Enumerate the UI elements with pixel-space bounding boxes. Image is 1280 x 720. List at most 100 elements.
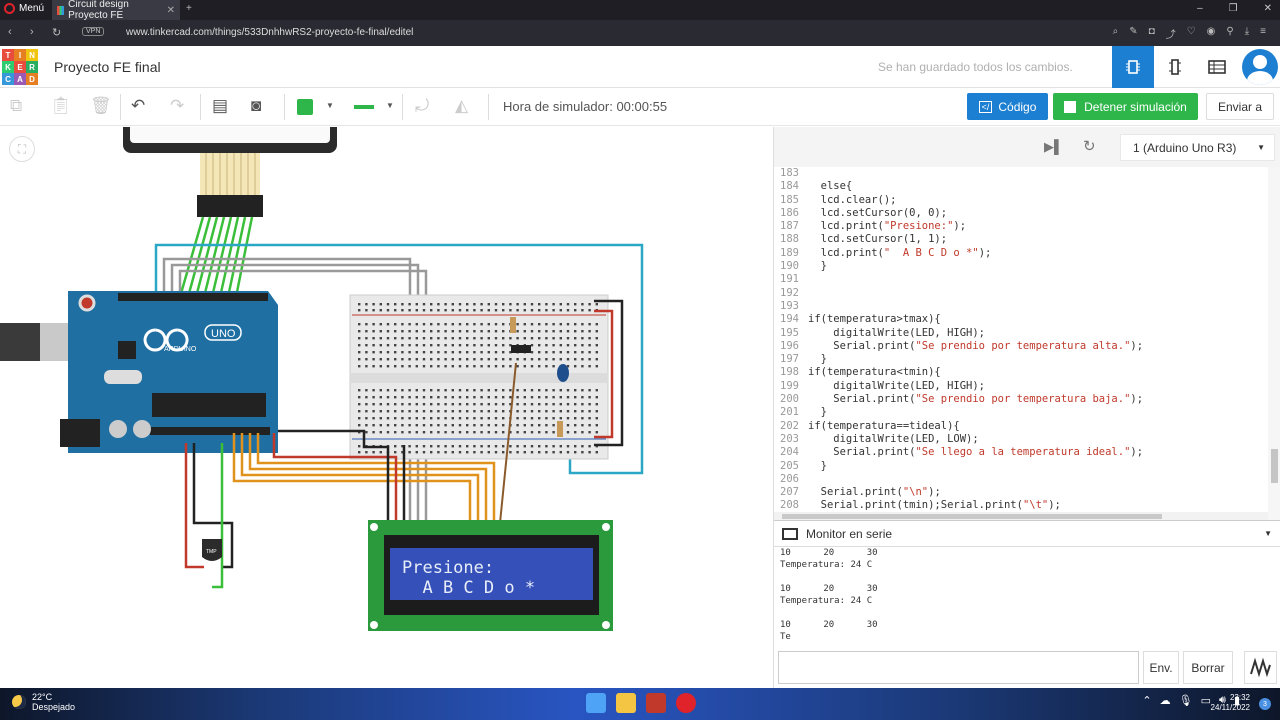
chevron-up-icon[interactable]: ⌃ xyxy=(1142,694,1151,707)
code-panel: ▶▌ ↻ 1 (Arduino Uno R3) ▼ 183 184 else{18… xyxy=(773,127,1280,688)
code-line: 183 xyxy=(774,167,1268,180)
graph-icon[interactable] xyxy=(1244,651,1277,684)
opera-icon[interactable] xyxy=(676,693,696,713)
line-number: 200 xyxy=(780,393,799,406)
chevron-down-icon[interactable]: ▼ xyxy=(386,101,394,110)
notes-visibility-icon[interactable]: ◙ xyxy=(251,96,261,116)
line-number: 186 xyxy=(780,206,799,219)
back-icon[interactable]: ‹ xyxy=(8,26,12,38)
code-editor[interactable]: 183 184 else{185 lcd.clear(); 186 lcd.setC… xyxy=(774,167,1268,512)
serial-monitor-header[interactable]: Monitor en serie ▼ xyxy=(774,520,1280,547)
copy-icon[interactable]: ⧉ xyxy=(10,96,22,116)
network-icon[interactable]: ▭ xyxy=(1201,694,1211,707)
user-avatar[interactable] xyxy=(1242,49,1278,85)
code-vertical-scrollbar[interactable] xyxy=(1268,167,1280,520)
search-icon[interactable]: ⌕ xyxy=(1113,26,1119,41)
opera-icon xyxy=(4,3,15,14)
weather-widget[interactable]: 22°C Despejado xyxy=(12,692,75,712)
heart-icon[interactable]: ♡ xyxy=(1187,26,1196,41)
debug-icon[interactable]: ↻ xyxy=(1083,137,1096,155)
serial-send-button[interactable]: Env. xyxy=(1143,651,1179,684)
camera-icon[interactable]: ◘ xyxy=(1149,26,1155,41)
menu-lines-icon[interactable]: ≡ xyxy=(1260,26,1266,41)
project-title[interactable]: Proyecto FE final xyxy=(54,59,161,75)
code-line: 184 else{ xyxy=(774,180,1268,193)
code-horizontal-scrollbar[interactable] xyxy=(774,512,1268,520)
browser-tab-bar: Menú Circuit design Proyecto FE ✕ + – ❐ … xyxy=(0,0,1280,21)
divider xyxy=(402,94,403,120)
simulator-time: Hora de simulador: 00:00:55 xyxy=(503,99,668,114)
code-button[interactable]: </ Código xyxy=(967,93,1048,120)
vpn-badge[interactable]: VPN xyxy=(82,27,105,36)
schematic-view-button[interactable] xyxy=(1154,46,1196,88)
circuit-view-button[interactable] xyxy=(1112,46,1154,88)
serial-input[interactable] xyxy=(778,651,1139,684)
tinkercad-logo[interactable]: TIN KER CAD xyxy=(2,49,38,85)
monitor-icon xyxy=(782,527,798,540)
chevron-down-icon[interactable]: ▼ xyxy=(1264,529,1272,538)
minimize-icon[interactable]: – xyxy=(1197,3,1203,14)
switch xyxy=(511,345,531,353)
flip-icon[interactable]: ◭ xyxy=(455,96,468,116)
code-line: 188 lcd.setCursor(1, 1); xyxy=(774,233,1268,246)
close-tab-icon[interactable]: ✕ xyxy=(167,5,175,16)
components-list-button[interactable] xyxy=(1196,46,1238,88)
reload-icon[interactable]: ↻ xyxy=(52,26,61,39)
cloud-icon[interactable]: ☁ xyxy=(1160,694,1171,707)
window-controls: – ❐ ✕ xyxy=(1197,3,1272,14)
note-icon[interactable]: ▤ xyxy=(212,96,228,116)
line-number: 207 xyxy=(780,486,799,499)
forward-icon[interactable]: › xyxy=(30,26,34,38)
serial-clear-button[interactable]: Borrar xyxy=(1183,651,1233,684)
app-icon[interactable] xyxy=(646,693,666,713)
opera-menu-button[interactable]: Menú xyxy=(4,3,44,14)
close-window-icon[interactable]: ✕ xyxy=(1264,3,1272,14)
address-bar: ‹ › ↻ VPN www.tinkercad.com/things/533Dn… xyxy=(0,20,1280,46)
code-line: 192 xyxy=(774,287,1268,300)
new-tab-icon[interactable]: + xyxy=(186,3,192,14)
code-text: lcd.clear(); xyxy=(808,193,897,206)
code-text: digitalWrite(LED, HIGH); xyxy=(808,379,986,392)
delete-icon[interactable]: 🗑︎ xyxy=(90,96,112,116)
file-explorer-icon[interactable] xyxy=(616,693,636,713)
redo-icon[interactable]: ↷ xyxy=(170,96,184,116)
circuit-canvas[interactable]: ⛶ ARDUINO UNO TMP Presione: A B C D o * xyxy=(0,127,773,688)
browser-tab[interactable]: Circuit design Proyecto FE ✕ xyxy=(52,0,180,21)
paste-icon[interactable]: 📋︎ xyxy=(50,96,72,116)
user-icon[interactable]: ⚲ xyxy=(1226,26,1233,41)
line-number: 201 xyxy=(780,406,799,419)
windows-start-icon[interactable] xyxy=(586,693,606,713)
extension-icon[interactable]: ◉ xyxy=(1207,26,1216,41)
wire-type-swatch[interactable] xyxy=(354,105,374,109)
edit-icon[interactable]: ✎ xyxy=(1129,26,1137,41)
clock-time: 23:32 xyxy=(1229,693,1250,702)
crystal xyxy=(104,370,142,384)
rotate-icon[interactable]: ⤾ xyxy=(415,96,429,116)
arduino-model-label: UNO xyxy=(211,328,236,340)
share-icon[interactable]: ⤴ xyxy=(1166,26,1176,41)
download-icon[interactable]: ⤓ xyxy=(1245,26,1249,41)
chevron-down-icon[interactable]: ▼ xyxy=(326,101,334,110)
stop-simulation-button[interactable]: Detener simulación xyxy=(1053,93,1198,120)
lcd-line-2: A B C D o * xyxy=(402,578,535,598)
upload-run-icon[interactable]: ▶▌ xyxy=(1044,139,1063,155)
tinkercad-favicon-icon xyxy=(57,5,65,15)
notification-badge[interactable]: 3 xyxy=(1259,698,1271,710)
wire-color-swatch[interactable] xyxy=(297,99,313,115)
maximize-icon[interactable]: ❐ xyxy=(1229,3,1238,14)
undo-icon[interactable]: ↶ xyxy=(131,96,145,116)
code-line: 185 lcd.clear(); xyxy=(774,194,1268,207)
mic-icon[interactable]: 🎙︎ xyxy=(1179,694,1193,707)
atmega-chip xyxy=(152,393,266,417)
code-line: 198 if(temperatura<tmin){ xyxy=(774,366,1268,379)
code-text: digitalWrite(LED, LOW); xyxy=(808,432,979,445)
line-number: 208 xyxy=(780,499,799,512)
resistor xyxy=(557,421,563,437)
line-number: 197 xyxy=(780,353,799,366)
send-to-button[interactable]: Enviar a xyxy=(1206,93,1274,120)
device-select[interactable]: 1 (Arduino Uno R3) ▼ xyxy=(1120,134,1275,161)
url-field[interactable]: www.tinkercad.com/things/533DnhhwRS2-pro… xyxy=(126,27,413,38)
clock[interactable]: 23:32 24/11/2022 xyxy=(1211,693,1250,713)
code-line: 186 lcd.setCursor(0, 0); xyxy=(774,207,1268,220)
